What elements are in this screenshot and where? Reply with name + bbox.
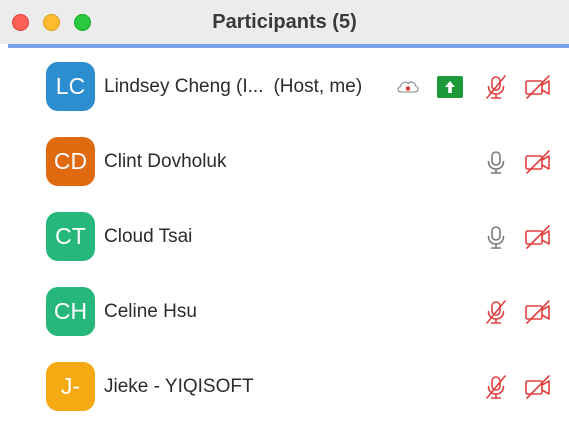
participant-row[interactable]: CT Cloud Tsai: [0, 198, 569, 273]
mic-icon[interactable]: [482, 223, 510, 251]
mic-muted-icon[interactable]: [482, 298, 510, 326]
avatar: CT: [46, 212, 95, 261]
video-off-icon[interactable]: [523, 223, 551, 251]
participant-row[interactable]: LC Lindsey Cheng (I... (Host, me): [0, 48, 569, 123]
cloud-record-icon: [394, 73, 422, 101]
video-off-icon[interactable]: [523, 373, 551, 401]
avatar: J-: [46, 362, 95, 411]
participant-name: Jieke - YIQISOFT: [104, 376, 254, 397]
video-off-icon[interactable]: [523, 73, 551, 101]
participant-row[interactable]: J- Jieke - YIQISOFT: [0, 348, 569, 423]
participants-list: LC Lindsey Cheng (I... (Host, me) CD Cli…: [0, 48, 569, 423]
avatar: CD: [46, 137, 95, 186]
participant-name: Clint Dovholuk: [104, 151, 227, 172]
participant-name: Lindsey Cheng (I... (Host, me): [104, 74, 362, 100]
mic-muted-icon[interactable]: [482, 373, 510, 401]
share-screen-icon[interactable]: [437, 76, 463, 98]
participants-window: Participants (5) LC Lindsey Cheng (I... (…: [0, 0, 569, 428]
participant-name-text: Lindsey Cheng (I...: [104, 76, 264, 97]
window-title: Participants (5): [212, 11, 357, 33]
participant-row[interactable]: CD Clint Dovholuk: [0, 123, 569, 198]
title-bar: Participants (5): [0, 0, 569, 44]
mic-muted-icon[interactable]: [482, 73, 510, 101]
mic-icon[interactable]: [482, 148, 510, 176]
avatar: LC: [46, 62, 95, 111]
video-off-icon[interactable]: [523, 148, 551, 176]
participant-row[interactable]: CH Celine Hsu: [0, 273, 569, 348]
participant-name: Celine Hsu: [104, 301, 197, 322]
video-off-icon[interactable]: [523, 298, 551, 326]
avatar: CH: [46, 287, 95, 336]
participant-role: (Host, me): [273, 76, 363, 97]
participant-name: Cloud Tsai: [104, 226, 193, 247]
